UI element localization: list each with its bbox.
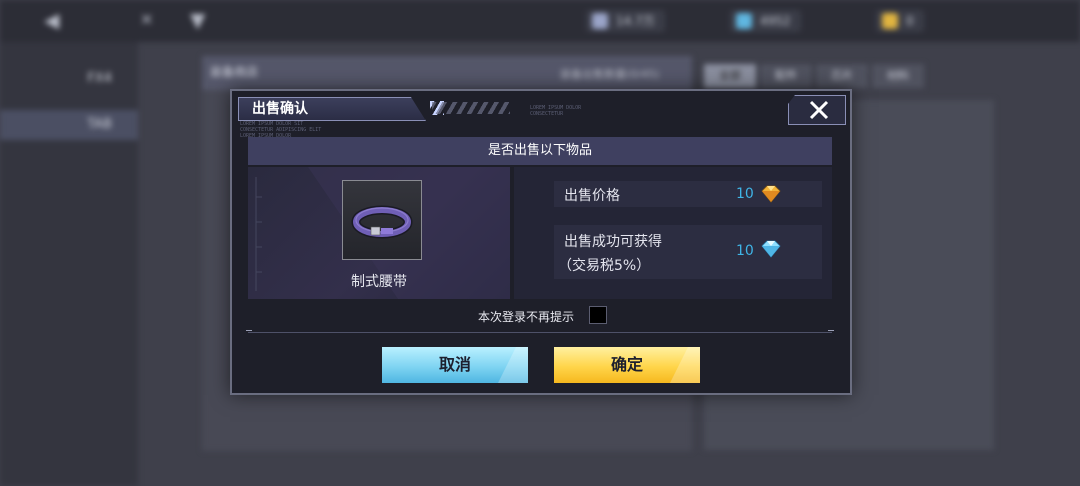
- close-icon: [809, 100, 829, 120]
- sidebar-item-1[interactable]: FX4: [0, 64, 138, 94]
- cancel-button-shine: [498, 347, 528, 383]
- resource-coins-value: 14.7万: [616, 14, 655, 28]
- home-icon[interactable]: ✕: [140, 10, 153, 29]
- diamond-icon: [736, 13, 752, 29]
- divider: [248, 332, 832, 333]
- dont-show-again-checkbox[interactable]: [589, 306, 607, 324]
- cancel-button-label: 取消: [438, 355, 471, 374]
- gold-gem-icon: [761, 185, 781, 203]
- sidebar: FX4 TAB: [0, 42, 138, 486]
- item-list-title: 装备商店: [210, 65, 259, 79]
- sell-price-value: 10: [736, 186, 754, 202]
- resource-diamonds-value: 4952: [760, 14, 791, 28]
- confirm-button-label: 确定: [610, 355, 643, 374]
- sell-tax-label: （交易税5%）: [558, 258, 651, 274]
- dont-show-again-label: 本次登录不再提示: [478, 310, 575, 324]
- resource-diamonds: 4952: [730, 10, 801, 32]
- diamond-icon: [761, 240, 781, 258]
- sell-gain-value: 10: [736, 243, 754, 259]
- sell-gain-label: 出售成功可获得: [564, 234, 662, 250]
- resource-gold: 0: [876, 10, 924, 32]
- question-text: 是否出售以下物品: [487, 143, 592, 158]
- sell-price-label: 出售价格: [564, 188, 620, 204]
- gold-gem-icon: [882, 13, 898, 29]
- question-bar: 是否出售以下物品: [248, 137, 832, 165]
- confirm-button-shine: [670, 347, 700, 383]
- dialog-title: 出售确认: [252, 101, 308, 117]
- confirm-button[interactable]: 确定: [554, 347, 700, 383]
- tab-parts[interactable]: 配件: [760, 64, 812, 88]
- sell-confirm-dialog: 出售确认 LOREM IPSUM DOLOR CONSECTETUR LOREM…: [230, 89, 852, 395]
- tab-all[interactable]: 全部: [704, 64, 756, 88]
- sell-gain-row: 出售成功可获得 （交易税5%） 10: [554, 225, 822, 279]
- item-name: 制式腰带: [351, 274, 407, 290]
- resource-coins: 14.7万: [586, 10, 665, 32]
- cancel-button[interactable]: 取消: [382, 347, 528, 383]
- sell-price-row: 出售价格 10: [554, 181, 822, 207]
- divider-tick-right: [828, 330, 834, 336]
- title-stripes-decoration: [432, 102, 510, 114]
- price-panel: 出售价格 10 出售成功可获得 （交易税5%） 10: [514, 167, 832, 299]
- close-button[interactable]: [788, 95, 846, 125]
- item-panel: 制式腰带: [248, 167, 510, 299]
- sidebar-item-2[interactable]: TAB: [0, 110, 138, 140]
- flag-icon[interactable]: ▼: [190, 8, 205, 32]
- coin-icon: [592, 13, 608, 29]
- divider-tick-left: [246, 330, 252, 336]
- item-slot[interactable]: [342, 180, 422, 260]
- tab-materials[interactable]: 材料: [872, 64, 924, 88]
- item-list-count: 装备出售数量(0/45): [560, 68, 660, 81]
- deco-text-top: LOREM IPSUM DOLOR CONSECTETUR: [530, 105, 582, 117]
- belt-icon: [351, 205, 413, 239]
- tab-chips[interactable]: 芯片: [816, 64, 868, 88]
- back-arrow-icon[interactable]: ◀: [44, 8, 59, 32]
- top-bar: ◀ ✕ ▼ 14.7万 4952 0: [0, 0, 1080, 42]
- resource-gold-value: 0: [906, 14, 914, 28]
